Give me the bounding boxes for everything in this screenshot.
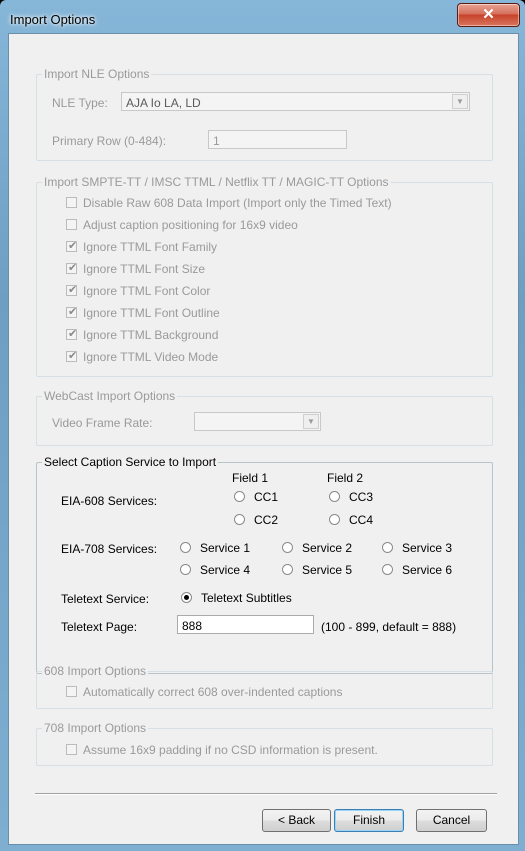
opt708-caption: 708 Import Options <box>42 721 149 735</box>
cc4-label: CC4 <box>349 513 374 527</box>
checkmark-icon: ✔ <box>68 284 78 296</box>
finish-button[interactable]: Finish <box>334 809 404 832</box>
nle-type-value: AJA Io LA, LD <box>126 96 201 110</box>
smpte-option-checkbox[interactable]: ✔ <box>66 306 78 318</box>
nle-type-select[interactable]: AJA Io LA, LD ▼ <box>121 92 470 111</box>
service6-label: Service 6 <box>402 563 453 577</box>
smpte-options-caption: Import SMPTE-TT / IMSC TTML / Netflix TT… <box>42 175 391 189</box>
service6-radio[interactable] <box>382 564 393 575</box>
service3-label: Service 3 <box>402 541 453 555</box>
opt708-checkbox[interactable] <box>66 744 77 755</box>
close-button[interactable]: ✕ <box>457 3 520 27</box>
chevron-down-icon[interactable]: ▼ <box>452 94 468 109</box>
close-icon: ✕ <box>482 6 495 23</box>
teletext-service-label: Teletext Service: <box>61 592 150 606</box>
cc3-radio[interactable] <box>329 491 340 502</box>
cc2-radio[interactable] <box>234 514 245 525</box>
smpte-option-checkbox[interactable] <box>66 197 77 208</box>
smpte-option-label: Ignore TTML Background <box>83 328 219 342</box>
opt608-label: Automatically correct 608 over-indented … <box>83 685 343 699</box>
primary-row-label: Primary Row (0-484): <box>52 134 167 148</box>
title-bar[interactable]: Import Options ✕ <box>0 0 525 33</box>
webcast-options-caption: WebCast Import Options <box>42 389 178 403</box>
cancel-button[interactable]: Cancel <box>416 809 487 832</box>
checkmark-icon: ✔ <box>68 328 78 340</box>
primary-row-input[interactable]: 1 <box>208 130 347 149</box>
cc1-radio[interactable] <box>234 491 245 502</box>
field1-header: Field 1 <box>232 471 269 485</box>
opt608-checkbox[interactable] <box>66 686 77 697</box>
checkmark-icon: ✔ <box>68 350 78 362</box>
primary-row-value: 1 <box>213 134 220 148</box>
service5-label: Service 5 <box>302 563 353 577</box>
dialog-window: Import Options ✕ Import NLE Options NLE … <box>0 0 525 851</box>
teletext-page-value: 888 <box>182 619 203 633</box>
nle-options-caption: Import NLE Options <box>42 67 152 81</box>
eia608-label: EIA-608 Services: <box>61 494 158 508</box>
cc4-radio[interactable] <box>329 514 340 525</box>
service2-radio[interactable] <box>282 542 293 553</box>
smpte-option-label: Ignore TTML Font Family <box>83 240 218 254</box>
cc1-label: CC1 <box>254 490 279 504</box>
chevron-down-icon[interactable]: ▼ <box>303 414 319 429</box>
cc2-label: CC2 <box>254 513 279 527</box>
opt708-label: Assume 16x9 padding if no CSD informatio… <box>83 743 378 757</box>
opt608-caption: 608 Import Options <box>42 664 149 678</box>
smpte-option-label: Ignore TTML Font Color <box>83 284 211 298</box>
checkmark-icon: ✔ <box>68 240 78 252</box>
smpte-option-label: Ignore TTML Video Mode <box>83 350 219 364</box>
smpte-option-checkbox[interactable]: ✔ <box>66 262 78 274</box>
teletext-page-label: Teletext Page: <box>61 620 138 634</box>
eia708-label: EIA-708 Services: <box>61 542 158 556</box>
window-title: Import Options <box>10 12 96 27</box>
smpte-option-label: Ignore TTML Font Size <box>83 262 206 276</box>
checkmark-icon: ✔ <box>68 262 78 274</box>
smpte-option-label: Ignore TTML Font Outline <box>83 306 220 320</box>
service4-label: Service 4 <box>200 563 251 577</box>
service4-radio[interactable] <box>180 564 191 575</box>
smpte-options-group <box>36 182 493 377</box>
smpte-option-checkbox[interactable]: ✔ <box>66 240 78 252</box>
dialog-client: Import NLE Options NLE Type: AJA Io LA, … <box>8 33 519 845</box>
service5-radio[interactable] <box>282 564 293 575</box>
smpte-option-checkbox[interactable]: ✔ <box>66 350 78 362</box>
service3-radio[interactable] <box>382 542 393 553</box>
nle-type-label: NLE Type: <box>52 96 108 110</box>
frame-rate-label: Video Frame Rate: <box>52 416 153 430</box>
cc3-label: CC3 <box>349 490 374 504</box>
smpte-option-checkbox[interactable] <box>66 219 77 230</box>
teletext-subtitles-label: Teletext Subtitles <box>201 591 292 605</box>
teletext-subtitles-radio[interactable] <box>181 592 192 603</box>
service1-radio[interactable] <box>180 542 191 553</box>
service2-label: Service 2 <box>302 541 353 555</box>
smpte-option-label: Adjust caption positioning for 16x9 vide… <box>83 218 298 232</box>
smpte-option-label: Disable Raw 608 Data Import (Import only… <box>83 196 392 210</box>
back-button[interactable]: < Back <box>262 809 331 832</box>
field2-header: Field 2 <box>327 471 364 485</box>
caption-service-caption: Select Caption Service to Import <box>42 455 219 469</box>
checkmark-icon: ✔ <box>68 306 78 318</box>
footer-separator <box>35 793 497 795</box>
teletext-page-hint: (100 - 899, default = 888) <box>321 620 457 634</box>
smpte-option-checkbox[interactable]: ✔ <box>66 328 78 340</box>
teletext-page-input[interactable]: 888 <box>177 615 314 634</box>
service1-label: Service 1 <box>200 541 251 555</box>
frame-rate-select[interactable]: ▼ <box>194 412 321 431</box>
smpte-option-checkbox[interactable]: ✔ <box>66 284 78 296</box>
